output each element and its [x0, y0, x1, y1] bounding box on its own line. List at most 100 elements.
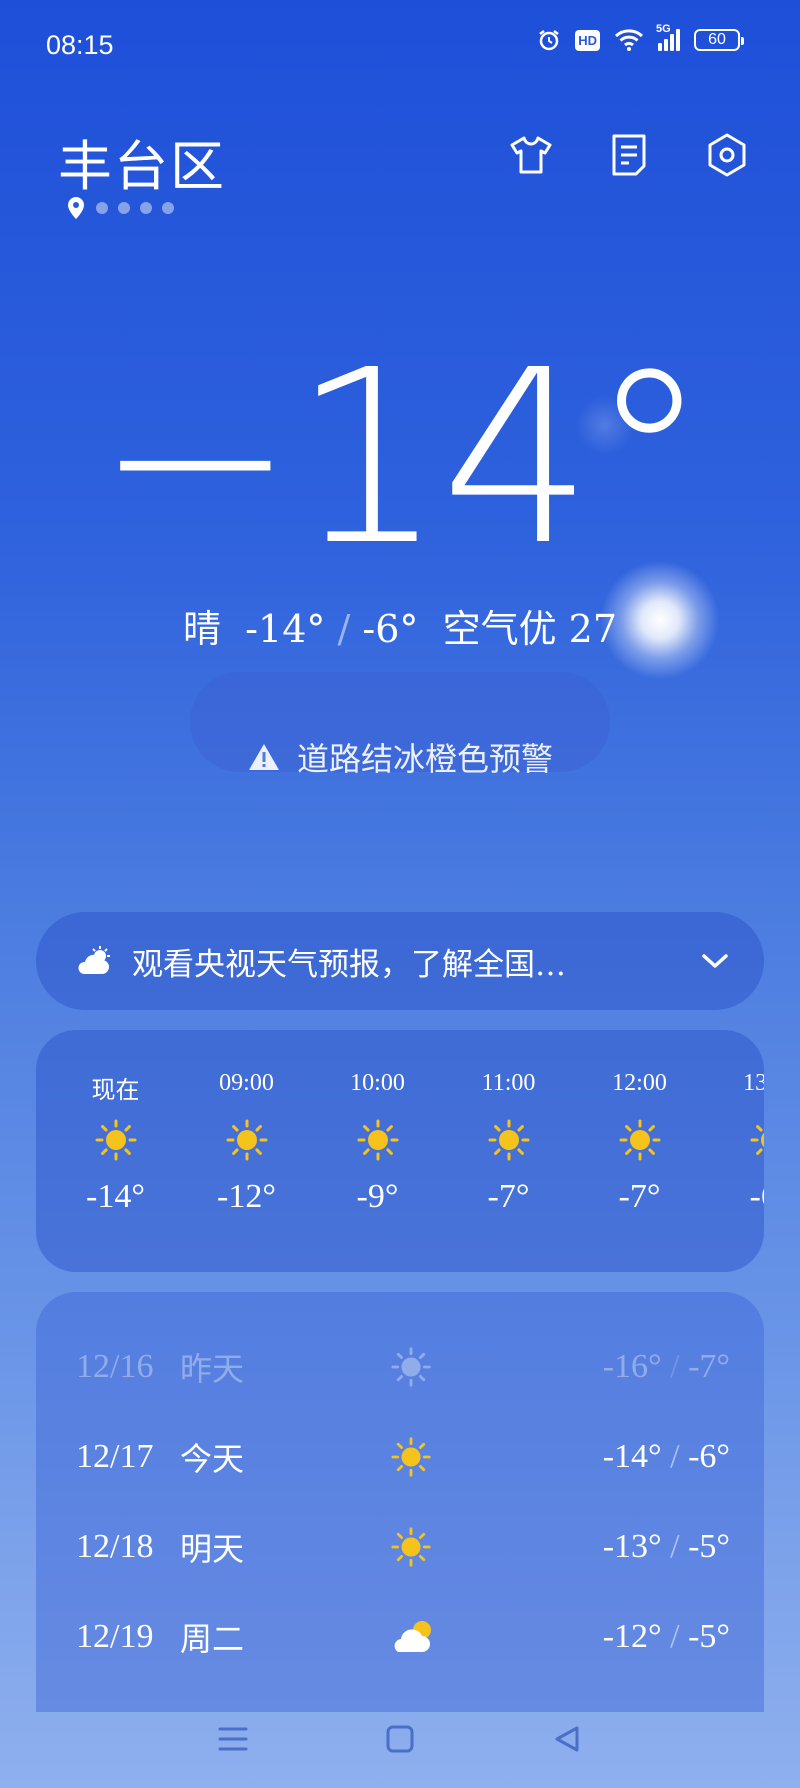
hd-badge: HD [575, 29, 600, 51]
air-quality: 空气优 27 [442, 607, 618, 651]
hourly-item: 现在 -14° [50, 1070, 181, 1216]
hourly-item: 11:00 -7° [443, 1070, 574, 1216]
battery-icon: 60 [694, 29, 744, 51]
hourly-time: 11:00 [481, 1070, 536, 1096]
daily-high: -5° [688, 1528, 730, 1565]
hourly-icon [94, 1118, 138, 1162]
temp-separator: / [670, 1528, 680, 1565]
header-actions [508, 132, 750, 178]
hourly-temp: -7° [487, 1178, 530, 1215]
daily-low: -13° [602, 1528, 662, 1565]
hourly-time: 12:00 [612, 1070, 667, 1096]
daily-temp-range: -16° / -7° [603, 1348, 730, 1386]
daily-low: -14° [602, 1438, 662, 1475]
clothing-button[interactable] [508, 132, 554, 178]
sun-icon [357, 1119, 398, 1161]
document-icon [612, 134, 646, 176]
daily-icon [390, 1346, 432, 1397]
hourly-time: 09:00 [219, 1070, 274, 1096]
sun-icon [391, 1527, 431, 1567]
temp-separator: / [337, 607, 351, 651]
daily-row[interactable]: 12/17 今天 -14° / -6° [36, 1412, 764, 1502]
warning-icon [248, 744, 279, 770]
alert-text: 道路结冰橙色预警 [296, 740, 553, 778]
daily-row[interactable]: 12/16 昨天 -16° / -7° [36, 1322, 764, 1412]
temp-separator: / [670, 1618, 680, 1655]
condition-text: 晴 [182, 607, 221, 651]
daily-high: -5° [688, 1618, 730, 1655]
hourly-icon [356, 1118, 400, 1162]
hourly-item: 10:00 -9° [312, 1070, 443, 1216]
current-temperature: −14° [94, 318, 709, 598]
daily-forecast[interactable]: 12/16 昨天 -16° / -7° 12/17 今天 -14° / -6° 12/18 明… [36, 1292, 764, 1712]
weather-alert[interactable]: 道路结冰橙色预警 [0, 734, 800, 780]
hourly-time: 10:00 [350, 1070, 405, 1096]
hourly-temp: -6° [749, 1178, 764, 1215]
cell-signal-icon: 5G [656, 23, 680, 51]
sun-icon [95, 1119, 136, 1161]
daily-row[interactable]: 12/18 明天 -13° / -5° [36, 1502, 764, 1592]
settings-icon [708, 133, 746, 177]
forecast-video-banner[interactable]: 观看央视天气预报，了解全国… [36, 912, 764, 1010]
page-dot [140, 202, 152, 214]
today-low: -14° [245, 607, 326, 651]
page-dot [96, 202, 108, 214]
daily-date: 12/19 [76, 1618, 154, 1655]
daily-temp-range: -13° / -5° [603, 1528, 730, 1566]
temp-separator: / [670, 1438, 680, 1475]
sun-icon [391, 1347, 431, 1387]
daily-label: 周二 [180, 1620, 245, 1658]
chevron-down-icon[interactable] [700, 951, 730, 971]
sun-icon [226, 1119, 267, 1161]
hourly-row: 现在 -14° 09:00 -12° 10:00 -9° 11:00 -7° 12:00 -7° 1… [50, 1070, 764, 1216]
location-title[interactable]: 丰台区 [58, 122, 226, 201]
partly-cloudy-icon [394, 1621, 431, 1652]
network-type: 5G [656, 23, 671, 35]
hourly-item: 13:00 -6° [705, 1070, 764, 1216]
status-time: 08:15 [46, 30, 114, 60]
hourly-time: 13:00 [743, 1070, 764, 1096]
battery-level: 60 [708, 31, 726, 48]
daily-date: 12/16 [76, 1348, 154, 1385]
hourly-time: 现在 [91, 1078, 140, 1104]
page-indicator [66, 196, 174, 220]
daily-date: 12/18 [76, 1528, 154, 1565]
hourly-item: 12:00 -7° [574, 1070, 705, 1216]
home-icon[interactable] [385, 1724, 415, 1754]
sun-cloud-icon [78, 946, 110, 974]
sun-icon [619, 1119, 660, 1161]
hourly-temp: -14° [86, 1178, 145, 1215]
hourly-temp: -9° [356, 1178, 399, 1215]
wifi-icon [614, 29, 644, 51]
daily-high: -7° [688, 1348, 730, 1385]
daily-high: -6° [688, 1438, 730, 1475]
status-icons: HD 5G 60 [537, 23, 744, 52]
daily-temp-range: -12° / -5° [603, 1618, 730, 1656]
temp-separator: / [670, 1348, 680, 1385]
daily-row[interactable]: 12/19 周二 -12° / -5° [36, 1592, 764, 1682]
back-icon[interactable] [552, 1724, 582, 1754]
menu-icon[interactable] [218, 1725, 248, 1753]
hourly-forecast[interactable]: 现在 -14° 09:00 -12° 10:00 -9° 11:00 -7° 12:00 -7° 1… [36, 1030, 764, 1272]
daily-label: 今天 [180, 1440, 245, 1478]
hourly-icon [749, 1118, 764, 1162]
daily-temp-range: -14° / -6° [603, 1438, 730, 1476]
daily-icon [390, 1436, 432, 1487]
weather-summary[interactable]: 晴 -14° / -6° 空气优 27 [0, 598, 800, 653]
alarm-icon [539, 30, 559, 51]
daily-label: 昨天 [180, 1350, 245, 1388]
daily-low: -16° [602, 1348, 662, 1385]
daily-icon [390, 1526, 432, 1577]
sun-icon [391, 1437, 431, 1477]
sun-icon [488, 1119, 529, 1161]
banner-text: 观看央视天气预报，了解全国… [132, 946, 566, 983]
navigation-bar [0, 1690, 800, 1788]
daily-icon [390, 1616, 438, 1665]
news-button[interactable] [606, 132, 652, 178]
hourly-temp: -7° [618, 1178, 661, 1215]
sun-icon [750, 1125, 764, 1155]
daily-date: 12/17 [76, 1438, 154, 1475]
daily-label: 明天 [180, 1530, 245, 1568]
settings-button[interactable] [704, 132, 750, 178]
page-dot [118, 202, 130, 214]
